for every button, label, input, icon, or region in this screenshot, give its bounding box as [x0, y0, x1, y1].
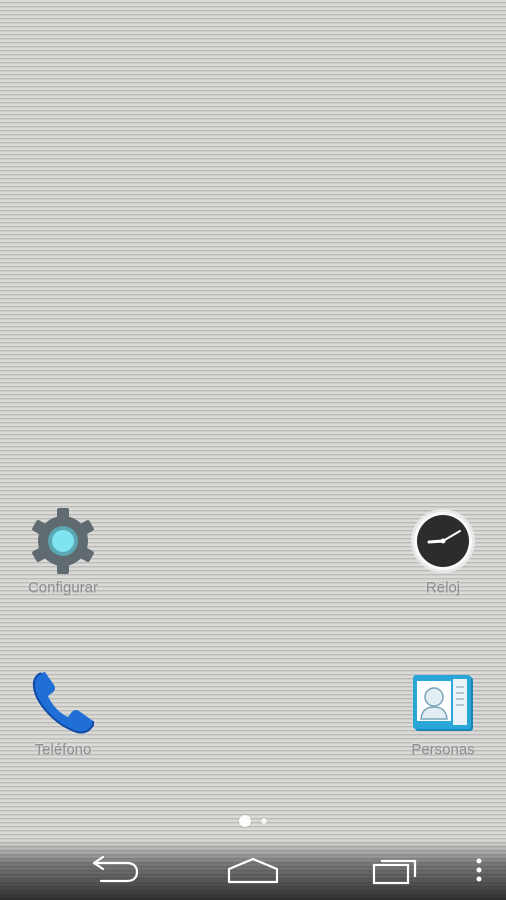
- analog-clock-icon: [411, 509, 475, 573]
- app-label: Configurar: [27, 579, 99, 596]
- page-dot-active: [239, 815, 251, 827]
- contacts-card-icon: [413, 675, 473, 731]
- home-icon: [227, 857, 279, 884]
- back-arrow-icon: [92, 855, 139, 883]
- app-label: Reloj: [425, 579, 461, 596]
- overflow-menu-icon: [476, 858, 482, 882]
- recent-apps-button[interactable]: [364, 848, 426, 892]
- phone-handset-icon: [32, 672, 94, 734]
- back-button[interactable]: [82, 848, 144, 892]
- home-button[interactable]: [222, 848, 284, 892]
- app-settings[interactable]: Configurar: [8, 505, 118, 596]
- app-label: Teléfono: [34, 741, 92, 758]
- overflow-menu-button[interactable]: [466, 848, 492, 892]
- app-people[interactable]: Personas: [388, 667, 498, 758]
- settings-gear-icon: [32, 508, 94, 574]
- page-dot-inactive: [261, 818, 267, 824]
- page-indicator: [0, 814, 506, 828]
- app-label: Personas: [411, 741, 475, 758]
- app-phone[interactable]: Teléfono: [8, 667, 118, 758]
- app-clock[interactable]: Reloj: [388, 505, 498, 596]
- recent-apps-icon: [372, 859, 417, 885]
- navigation-bar: [0, 840, 506, 900]
